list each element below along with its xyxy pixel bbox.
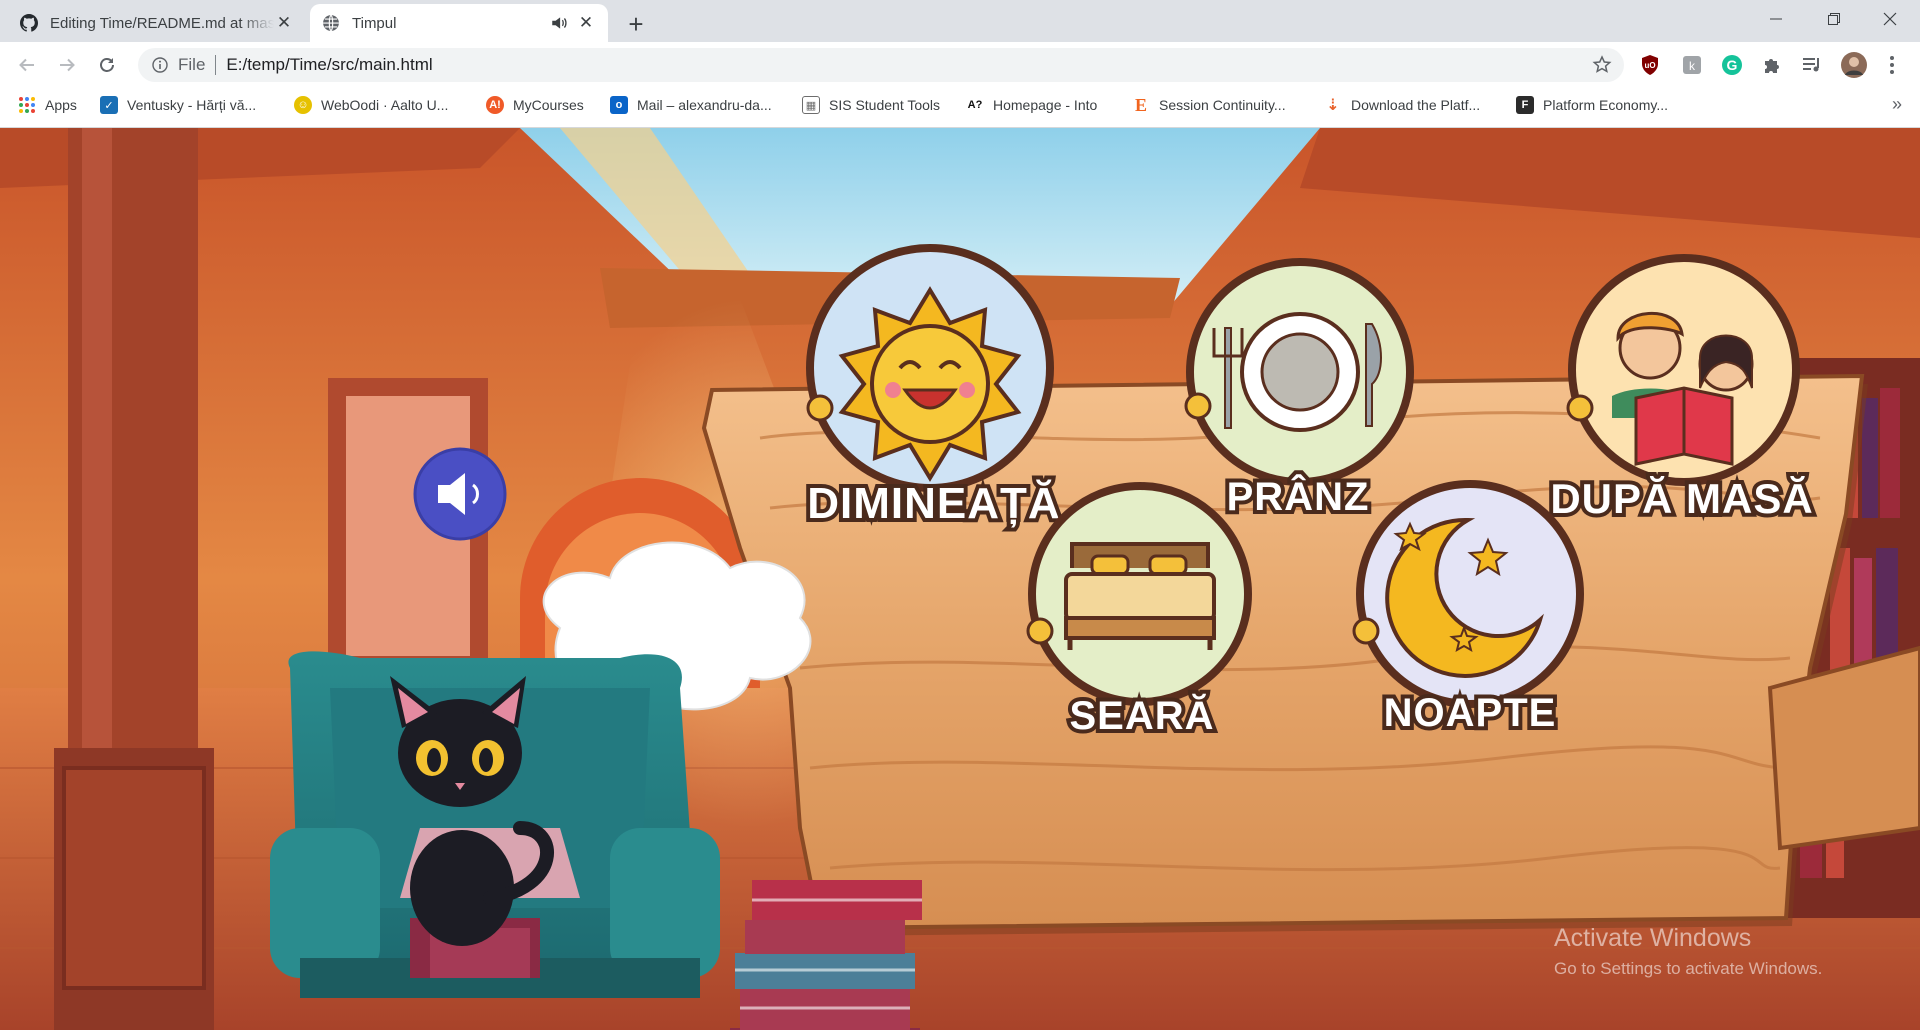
url-divider: [215, 55, 217, 75]
option-noon-label: PRÂNZ: [1227, 473, 1370, 519]
minimize-icon: [1770, 18, 1782, 20]
book-stack: [730, 880, 922, 1030]
minimize-button[interactable]: [1748, 0, 1804, 38]
bookmark-label: Homepage - Into: [993, 97, 1098, 113]
new-tab-button[interactable]: +: [620, 8, 652, 40]
bookmarks-overflow-chevron-icon[interactable]: »: [1892, 94, 1902, 115]
bookmark-label: WebOodi · Aalto U...: [321, 97, 449, 113]
etsy-icon: E: [1134, 94, 1147, 115]
bookmark-session[interactable]: E Session Continuity...: [1132, 88, 1286, 122]
bookmark-sis[interactable]: ▦ SIS Student Tools: [802, 88, 940, 122]
weboodi-icon: ☺: [294, 96, 312, 114]
bookmark-label: Mail – alexandru-da...: [637, 97, 772, 113]
speaker-button[interactable]: [413, 447, 507, 541]
tab-title: Editing Time/README.md at mas: [50, 14, 274, 32]
speaker-icon[interactable]: [550, 14, 568, 32]
apps-grid-icon: [19, 97, 35, 113]
star-icon[interactable]: [1592, 55, 1612, 75]
tab-close-button[interactable]: ✕: [274, 13, 294, 33]
restore-icon: [1828, 13, 1840, 25]
address-bar[interactable]: File E:/temp/Time/src/main.html: [138, 48, 1624, 82]
reload-button[interactable]: [92, 50, 122, 80]
bookmark-label: Ventusky - Hărți vă...: [127, 97, 257, 113]
info-icon[interactable]: [152, 57, 168, 73]
menu-kebab-icon[interactable]: [1880, 53, 1904, 77]
bookmark-apps[interactable]: Apps: [18, 88, 77, 122]
arrow-left-icon: [19, 58, 34, 72]
github-icon: [20, 14, 38, 32]
extension-grey-icon[interactable]: k: [1680, 53, 1704, 77]
outlook-icon: o: [610, 96, 628, 114]
bookmark-platform-economy[interactable]: F Platform Economy...: [1516, 88, 1668, 122]
bookmark-ventusky[interactable]: ✓ Ventusky - Hărți vă...: [100, 88, 256, 122]
media-control-icon[interactable]: [1800, 53, 1824, 77]
bookmark-label: Download the Platf...: [1351, 97, 1481, 113]
ublock-icon[interactable]: uO: [1638, 53, 1662, 77]
bookmark-label: Apps: [45, 97, 77, 113]
globe-icon: [323, 14, 339, 32]
grammarly-icon[interactable]: G: [1720, 53, 1744, 77]
bookmark-mail[interactable]: o Mail – alexandru-da...: [610, 88, 772, 122]
svg-text:G: G: [1727, 57, 1738, 73]
option-morning-label: DIMINEAȚĂ: [807, 478, 1060, 528]
back-button[interactable]: [12, 50, 42, 80]
reload-icon: [100, 58, 114, 72]
tab-close-button[interactable]: ✕: [576, 13, 596, 33]
tab-strip: Editing Time/README.md at mas ✕ Timpul ✕…: [0, 0, 1920, 42]
option-afternoon-label: DUPĂ MASĂ: [1550, 475, 1813, 522]
bookmark-label: MyCourses: [513, 97, 584, 113]
option-evening-label: SEARĂ: [1069, 693, 1214, 738]
restore-button[interactable]: [1806, 0, 1862, 38]
f-icon: F: [1516, 96, 1534, 114]
option-night[interactable]: NOAPTE: [1352, 480, 1584, 739]
option-night-label: NOAPTE: [1384, 691, 1557, 735]
bookmark-label: Platform Economy...: [1543, 97, 1669, 113]
close-icon: [1883, 12, 1897, 26]
bookmark-label: Session Continuity...: [1159, 97, 1286, 113]
ventusky-icon: ✓: [100, 96, 118, 114]
bookmark-label: SIS Student Tools: [829, 97, 941, 113]
browser-toolbar: File E:/temp/Time/src/main.html uO k G: [0, 42, 1920, 88]
url-text[interactable]: E:/temp/Time/src/main.html: [226, 55, 432, 75]
into-icon: A?: [967, 99, 983, 111]
page-viewport: DIMINEAȚĂ PRÂNZ DUPĂ MASĂ SEARĂ NOAPTE A…: [0, 128, 1920, 1030]
sis-icon: ▦: [802, 96, 820, 114]
close-window-button[interactable]: [1862, 0, 1918, 38]
watermark-subtitle: Go to Settings to activate Windows.: [1554, 959, 1823, 978]
bookmark-mycourses[interactable]: A! MyCourses: [486, 88, 584, 122]
windows-activation-watermark: Activate Windows Go to Settings to activ…: [1554, 924, 1822, 979]
mycourses-icon: A!: [486, 96, 504, 114]
puzzle-icon[interactable]: [1760, 53, 1784, 77]
bookmark-weboodi[interactable]: ☺ WebOodi · Aalto U...: [294, 88, 448, 122]
watermark-title: Activate Windows: [1554, 924, 1752, 952]
bookmark-into[interactable]: A? Homepage - Into: [966, 88, 1098, 122]
svg-text:uO: uO: [1644, 61, 1655, 70]
tab-timpul[interactable]: Timpul ✕: [310, 4, 608, 42]
bookmark-platform-download[interactable]: ⇣ Download the Platf...: [1324, 88, 1480, 122]
tab-readme[interactable]: Editing Time/README.md at mas ✕: [8, 4, 306, 42]
arrow-right-icon: [60, 58, 75, 72]
avatar[interactable]: [1840, 51, 1868, 79]
bed-icon: [1064, 542, 1216, 650]
tab-title: Timpul: [352, 14, 397, 32]
bookmarks-bar: Apps ✓ Ventusky - Hărți vă... ☺ WebOodi …: [0, 88, 1920, 128]
option-morning[interactable]: DIMINEAȚĂ: [803, 244, 1064, 532]
platform-icon: ⇣: [1326, 97, 1340, 114]
url-scheme: File: [178, 55, 206, 74]
forward-button[interactable]: [52, 50, 82, 80]
svg-text:k: k: [1689, 59, 1696, 73]
